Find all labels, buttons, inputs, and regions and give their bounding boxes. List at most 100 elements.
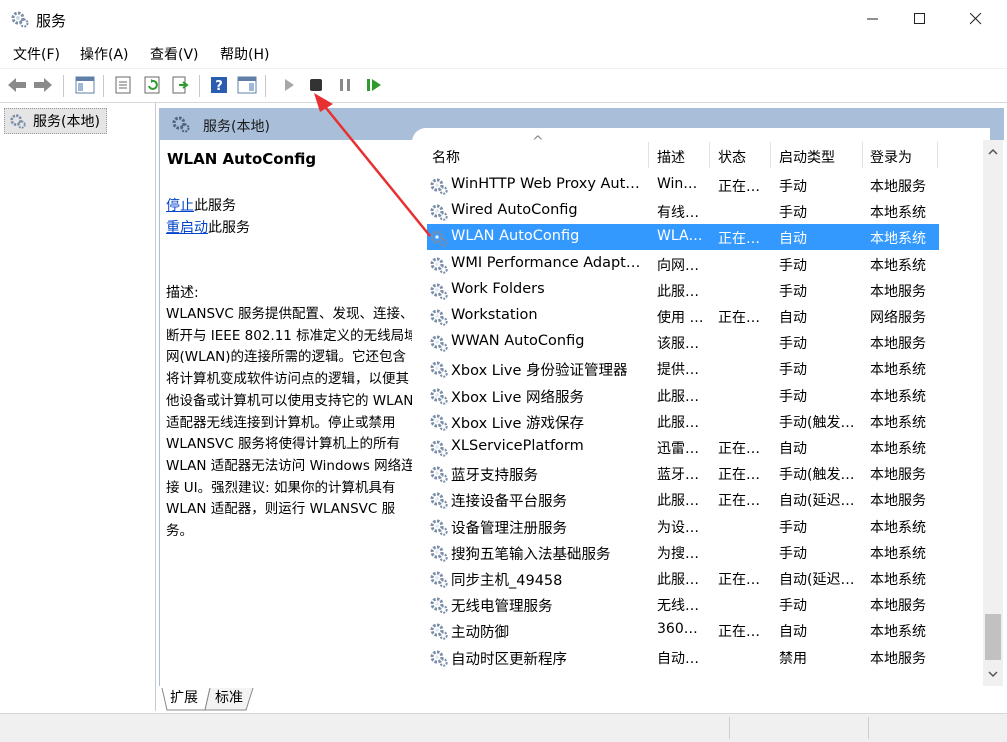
service-status: 正在… (718, 231, 760, 248)
forward-button[interactable] (32, 74, 54, 96)
service-row[interactable]: XLServicePlatform 迅雷… 正在… 自动 本地系统 (427, 434, 939, 460)
service-description: 为设… (657, 519, 699, 536)
service-description: 向网… (657, 257, 699, 274)
restart-service-button[interactable] (363, 74, 385, 96)
scroll-down-arrow-icon[interactable] (988, 670, 998, 678)
scroll-up-arrow-icon[interactable] (988, 148, 998, 156)
stop-icon (310, 79, 322, 91)
service-startup-type: 自动 (779, 441, 807, 457)
service-log-on-as: 本地系统 (870, 519, 926, 536)
service-gear-icon (429, 176, 449, 200)
service-startup-type: 手动 (779, 205, 807, 222)
service-row[interactable]: Xbox Live 身份验证管理器 提供… 手动 本地系统 (427, 355, 939, 381)
minimize-button[interactable] (850, 0, 896, 38)
service-row[interactable]: 搜狗五笔输入法基础服务 为搜… 手动 本地系统 (427, 539, 939, 565)
column-header-status[interactable]: 状态 (718, 147, 746, 167)
show-action-pane-button[interactable] (236, 74, 258, 96)
service-startup-type: 手动 (779, 179, 807, 195)
stop-service-link[interactable]: 停止 (166, 198, 194, 214)
service-gear-icon (429, 517, 449, 541)
properties-button[interactable] (112, 74, 134, 96)
menu-action[interactable]: 操作(A) (80, 44, 129, 64)
service-startup-type: 禁用 (779, 650, 807, 667)
menu-view[interactable]: 查看(V) (150, 44, 199, 64)
description-pane: WLAN AutoConfig 停止此服务 重启动此服务 描述: WLANSVC… (165, 146, 420, 666)
svg-text:?: ? (215, 79, 223, 94)
column-header-name[interactable]: 名称 (432, 147, 460, 167)
service-name: WinHTTP Web Proxy Aut… (451, 176, 640, 192)
menu-file[interactable]: 文件(F) (13, 44, 60, 64)
toolbar-separator (199, 75, 200, 97)
console-tree: 服务(本地) (0, 103, 156, 711)
service-row[interactable]: Workstation 使用 … 正在… 自动 网络服务 (427, 303, 939, 329)
scrollbar-thumb[interactable] (985, 614, 1001, 660)
toolbar-separator (265, 75, 266, 97)
column-header-description[interactable]: 描述 (657, 147, 685, 167)
pause-icon (340, 79, 350, 91)
minimize-icon (867, 18, 878, 20)
help-button[interactable]: ? (208, 74, 230, 96)
show-hide-tree-button[interactable] (74, 74, 96, 96)
tree-item-services-local[interactable]: 服务(本地) (4, 108, 107, 134)
service-description: 自动… (657, 650, 699, 667)
service-gear-icon (429, 438, 449, 462)
maximize-button[interactable] (897, 0, 943, 38)
service-description: 迅雷… (657, 441, 699, 457)
service-gear-icon (429, 595, 449, 619)
tree-item-label: 服务(本地) (33, 114, 100, 130)
close-button[interactable] (953, 0, 999, 38)
service-status: 正在… (718, 493, 760, 510)
service-description: 使用 … (657, 310, 704, 326)
refresh-icon (144, 76, 160, 94)
tab-extended[interactable]: 扩展 (166, 687, 202, 709)
service-row[interactable]: Work Folders 此服… 手动 本地服务 (427, 277, 939, 303)
service-row[interactable]: 连接设备平台服务 此服… 正在… 自动(延迟… 本地服务 (427, 486, 939, 512)
service-gear-icon (429, 569, 449, 593)
service-gear-icon (429, 359, 449, 383)
column-header-startup-type[interactable]: 启动类型 (779, 147, 835, 167)
start-service-button[interactable] (278, 74, 300, 96)
pause-service-button[interactable] (334, 74, 356, 96)
window-title: 服务 (36, 12, 67, 30)
export-list-button[interactable] (169, 74, 191, 96)
toolbar: ? (0, 68, 1007, 103)
service-startup-type: 自动 (779, 624, 807, 641)
service-row[interactable]: 设备管理注册服务 为设… 手动 本地系统 (427, 513, 939, 539)
service-description: 360… (657, 621, 698, 638)
restart-service-line: 重启动此服务 (166, 217, 250, 237)
service-status: 正在… (718, 441, 760, 457)
service-row[interactable]: Xbox Live 网络服务 此服… 手动 本地系统 (427, 382, 939, 408)
service-startup-type: 手动 (779, 388, 807, 405)
service-log-on-as: 本地系统 (870, 441, 926, 457)
service-status: 正在… (718, 179, 760, 195)
view-tabs: 扩展 标准 (159, 686, 1004, 712)
service-description: 无线… (657, 598, 699, 615)
vertical-scrollbar[interactable] (983, 140, 1003, 686)
service-log-on-as: 本地服务 (870, 336, 926, 353)
service-log-on-as: 本地系统 (870, 414, 926, 431)
service-row[interactable]: 自动时区更新程序 自动… 禁用 本地服务 (427, 644, 939, 670)
service-name: Work Folders (451, 280, 545, 297)
refresh-button[interactable] (141, 74, 163, 96)
stop-service-button[interactable] (305, 74, 327, 96)
service-row[interactable]: WWAN AutoConfig 该服… 手动 本地服务 (427, 329, 939, 355)
toolbar-separator (103, 75, 104, 97)
service-row[interactable]: Wired AutoConfig 有线… 手动 本地系统 (427, 198, 939, 224)
tab-standard[interactable]: 标准 (211, 687, 247, 709)
menu-bar: 文件(F) 操作(A) 查看(V) 帮助(H) (0, 38, 1007, 68)
restart-service-link[interactable]: 重启动 (166, 220, 208, 236)
menu-help[interactable]: 帮助(H) (220, 44, 269, 64)
stop-service-line: 停止此服务 (166, 195, 236, 215)
service-startup-type: 手动(触发… (779, 414, 855, 431)
column-header-log-on-as[interactable]: 登录为 (870, 147, 912, 167)
service-row[interactable]: 同步主机_49458 此服… 正在… 自动(延迟… 本地系统 (427, 565, 939, 591)
service-row[interactable]: WLAN AutoConfig WLA… 正在… 自动 本地系统 (427, 224, 939, 251)
column-divider (937, 142, 938, 168)
service-row[interactable]: 主动防御 360… 正在… 自动 本地系统 (427, 617, 939, 643)
service-row[interactable]: 无线电管理服务 无线… 手动 本地服务 (427, 591, 939, 617)
service-row[interactable]: WinHTTP Web Proxy Aut… Win… 正在… 手动 本地服务 (427, 172, 939, 198)
service-row[interactable]: 蓝牙支持服务 蓝牙… 正在… 手动(触发… 本地服务 (427, 460, 939, 486)
service-row[interactable]: WMI Performance Adapt… 向网… 手动 本地系统 (427, 251, 939, 277)
back-button[interactable] (6, 74, 28, 96)
service-row[interactable]: Xbox Live 游戏保存 此服… 手动(触发… 本地系统 (427, 408, 939, 434)
